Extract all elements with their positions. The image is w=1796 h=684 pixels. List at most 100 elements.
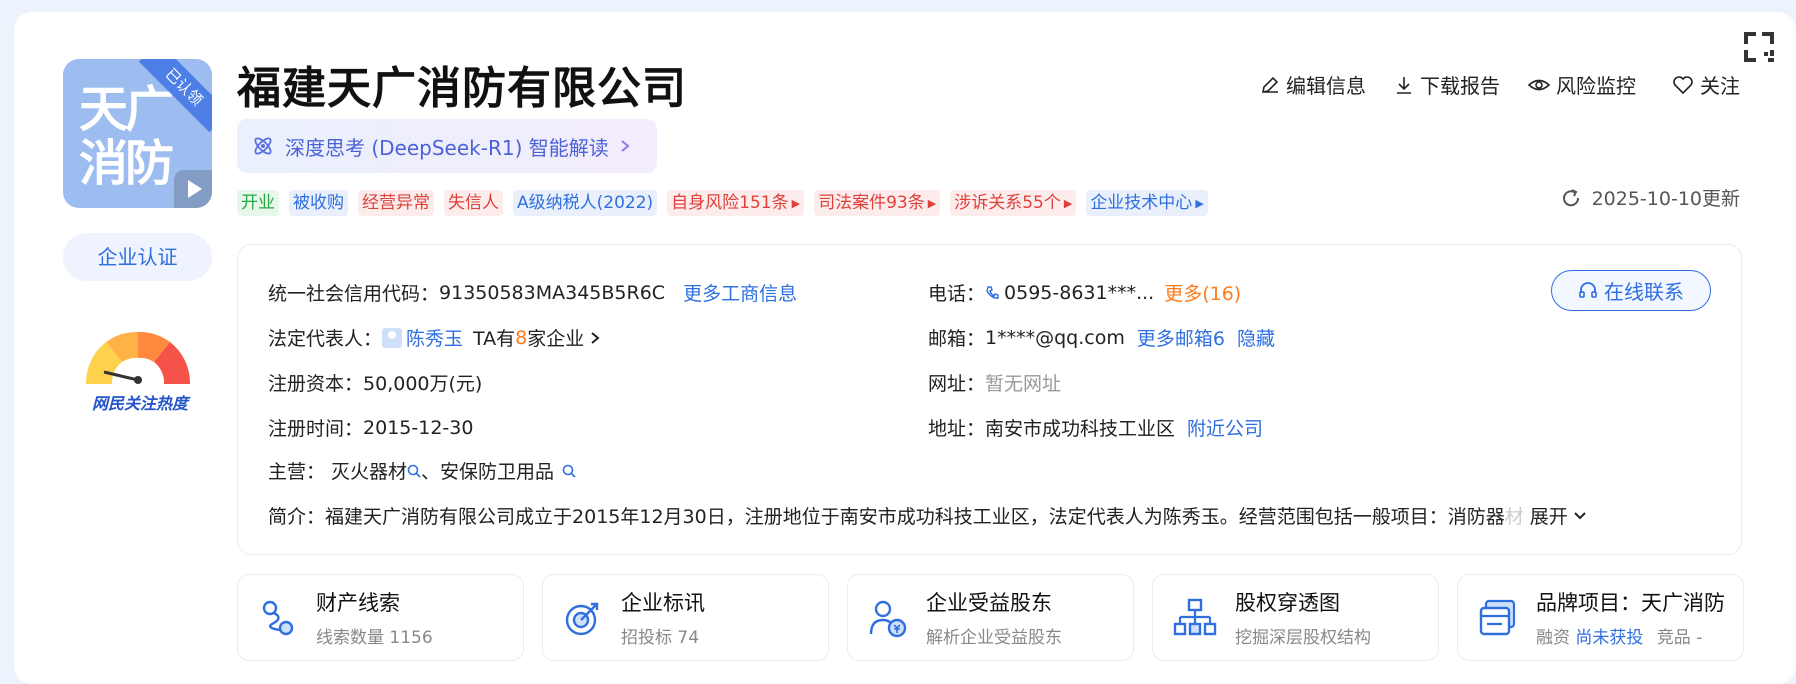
search-icon[interactable]	[562, 464, 576, 478]
website-row: 网址： 暂无网址	[928, 369, 1061, 396]
feature-equity-tree[interactable]: 股权穿透图 挖掘深层股权结构	[1152, 574, 1439, 661]
expand-button[interactable]: 展开	[1530, 502, 1568, 529]
feature-brand-project[interactable]: 品牌项目：天广消防 融资 尚未获投 竞品 -	[1457, 574, 1744, 661]
capital-label: 注册资本：	[268, 373, 364, 395]
email-hide-link[interactable]: 隐藏	[1237, 324, 1275, 351]
feature-sub: 挖掘深层股权结构	[1235, 628, 1371, 648]
phone-value: 0595-8631***...	[1004, 281, 1155, 304]
update-date: 2025-10-10更新	[1591, 188, 1740, 210]
edit-info-button[interactable]: 编辑信息	[1260, 70, 1366, 99]
tag-judicial[interactable]: 司法案件93条 ▶	[814, 190, 941, 216]
download-report-button[interactable]: 下载报告	[1394, 70, 1500, 99]
credit-code-label: 统一社会信用代码：	[268, 283, 440, 305]
feature-sub: 线索数量 1156	[316, 628, 433, 648]
ai-analysis-button[interactable]: 深度思考 (DeepSeek-R1) 智能解读	[237, 119, 657, 173]
qr-code-icon[interactable]	[1740, 28, 1778, 66]
feature-property-clue[interactable]: 财产线索 线索数量 1156	[237, 574, 524, 661]
email-label: 邮箱：	[928, 328, 986, 350]
enterprise-cert-button[interactable]: 企业认证	[63, 233, 212, 281]
heat-gauge-icon	[85, 331, 191, 384]
tag-open: 开业	[237, 190, 279, 216]
tag-litigation-label: 涉诉关系55个	[954, 193, 1061, 213]
main-item-2[interactable]: 安保防卫用品	[440, 457, 554, 484]
address-label: 地址：	[928, 418, 986, 440]
avatar	[382, 327, 403, 348]
legal-rep-label: 法定代表人：	[268, 328, 383, 350]
equity-tree-icon	[1173, 598, 1217, 635]
ta-suffix[interactable]: 家企业	[527, 324, 584, 351]
email-value: 1****@qq.com	[985, 326, 1125, 349]
header-actions: 编辑信息 下载报告 风险监控 关注	[1260, 70, 1740, 99]
headset-icon	[1579, 281, 1597, 298]
tag-litigation[interactable]: 涉诉关系55个 ▶	[950, 190, 1077, 216]
nearby-companies-link[interactable]: 附近公司	[1187, 414, 1263, 441]
follow-label: 关注	[1700, 74, 1740, 98]
intro-fade: 材	[1504, 506, 1524, 528]
tag-taxpayer[interactable]: A级纳税人(2022)	[513, 190, 658, 216]
caret-right-icon: ▶	[1063, 197, 1073, 210]
phone-icon	[986, 285, 999, 299]
heat-label: 网民关注热度	[91, 394, 188, 413]
credit-code-value: 91350583MA345B5R6C	[439, 281, 666, 304]
feature-sub: 招投标 74	[621, 628, 700, 648]
feature-bid-news[interactable]: 企业标讯 招投标 74	[542, 574, 829, 661]
funding-status-link[interactable]: 尚未获投	[1575, 628, 1643, 648]
eye-icon	[1528, 79, 1550, 90]
feature-title: 企业标讯	[621, 591, 705, 615]
tag-self-risk[interactable]: 自身风险151条 ▶	[667, 190, 805, 216]
credit-code-row: 统一社会信用代码： 91350583MA345B5R6C 更多工商信息	[268, 279, 797, 306]
chevron-right-icon[interactable]	[588, 331, 602, 345]
company-name: 福建天广消防有限公司	[237, 63, 687, 114]
reg-date-value: 2015-12-30	[363, 416, 474, 439]
caret-right-icon: ▶	[1195, 197, 1204, 210]
main-business-row: 主营： 灭火器材 、 安保防卫用品	[268, 457, 576, 484]
feature-title: 企业受益股东	[926, 591, 1052, 615]
funding-label: 融资	[1536, 628, 1570, 648]
intro-label: 简介：	[268, 506, 326, 528]
beneficiary-icon	[869, 600, 907, 637]
follow-button[interactable]: 关注	[1672, 70, 1740, 99]
tag-dishonest[interactable]: 失信人	[444, 190, 503, 216]
competitor-label: 竞品 -	[1656, 628, 1703, 648]
main-item-1[interactable]: 灭火器材	[331, 457, 407, 484]
company-logo[interactable]: 天广消防 已认领	[63, 59, 212, 208]
property-clue-icon	[262, 600, 294, 635]
online-contact-button[interactable]: 在线联系	[1551, 270, 1711, 311]
tag-acquired[interactable]: 被收购	[289, 190, 348, 216]
address-row: 地址： 南安市成功科技工业区 附近公司	[928, 414, 1263, 441]
status-tags: 开业 被收购 经营异常 失信人 A级纳税人(2022) 自身风险151条 ▶ 司法…	[237, 190, 1208, 216]
atom-icon	[254, 137, 272, 155]
more-business-link[interactable]: 更多工商信息	[683, 279, 797, 306]
tag-self-risk-label: 自身风险151条	[671, 193, 789, 213]
download-icon	[1397, 76, 1411, 94]
feature-title: 股权穿透图	[1235, 591, 1340, 615]
edit-info-label: 编辑信息	[1286, 74, 1366, 98]
email-more-link[interactable]: 更多邮箱6	[1137, 324, 1225, 351]
phone-label: 电话：	[928, 283, 986, 305]
tag-tech-center[interactable]: 企业技术中心 ▶	[1086, 190, 1208, 216]
ta-count: 8	[515, 326, 528, 349]
legal-rep-link[interactable]: 陈秀玉	[406, 324, 463, 351]
tag-tech-center-label: 企业技术中心	[1090, 193, 1193, 213]
download-report-label: 下载报告	[1420, 74, 1500, 98]
reg-date-label: 注册时间：	[268, 418, 364, 440]
refresh-icon[interactable]	[1560, 187, 1582, 209]
pencil-icon	[1261, 76, 1279, 93]
intro-row: 简介： 福建天广消防有限公司成立于2015年12月30日，注册地位于南安市成功科…	[268, 502, 1588, 529]
chevron-down-icon[interactable]	[1572, 509, 1588, 523]
caret-right-icon: ▶	[791, 197, 801, 210]
risk-monitor-button[interactable]: 风险监控	[1528, 70, 1636, 99]
capital-value: 50,000万(元)	[363, 373, 483, 395]
reg-date-row: 注册时间： 2015-12-30	[268, 414, 473, 441]
bid-target-icon	[565, 602, 599, 635]
capital-row: 注册资本： 50,000万(元)	[268, 369, 482, 396]
legal-rep-row: 法定代表人： 陈秀玉 TA有 8 家企业	[268, 324, 602, 351]
feature-title: 财产线索	[316, 591, 400, 615]
search-icon[interactable]	[407, 464, 421, 478]
play-icon[interactable]	[174, 170, 212, 208]
phone-more-link[interactable]: 更多(16)	[1164, 279, 1241, 306]
email-row: 邮箱： 1****@qq.com 更多邮箱6 隐藏	[928, 324, 1275, 351]
feature-title: 品牌项目：天广消防	[1536, 591, 1725, 615]
feature-beneficiary[interactable]: 企业受益股东 解析企业受益股东	[847, 574, 1134, 661]
tag-abnormal[interactable]: 经营异常	[358, 190, 434, 216]
